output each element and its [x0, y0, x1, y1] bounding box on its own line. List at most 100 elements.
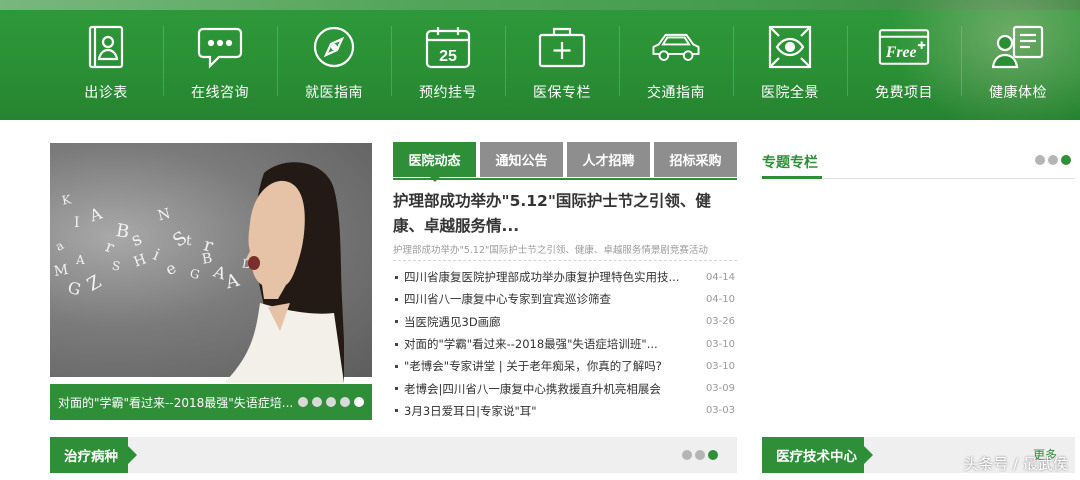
nav-item-label: 医保专栏 — [533, 85, 591, 101]
list-item[interactable]: 老博会|四川省八一康复中心携救援直升机亮相展会 03-09 — [393, 377, 737, 399]
tab-procurement[interactable]: 招标采购 — [654, 142, 737, 177]
bullet-icon — [395, 409, 398, 413]
slide-dot[interactable] — [326, 397, 336, 407]
tab-underline — [393, 178, 737, 180]
nav-item-visit-guide[interactable]: 就医指南 — [277, 0, 391, 120]
news-title: 老博会|四川省八一康复中心携救援直升机亮相展会 — [404, 381, 661, 396]
decorative-letter: N — [156, 205, 173, 225]
chat-bubble-icon — [194, 24, 246, 70]
list-item[interactable]: 四川省八一康复中心专家到宜宾巡诊筛查 04-10 — [393, 288, 737, 310]
news-date: 04-14 — [705, 271, 735, 283]
news-title: 当医院遇见3D画廊 — [404, 314, 501, 329]
news-date: 03-10 — [705, 338, 735, 350]
nav-item-schedule[interactable]: 出诊表 — [49, 0, 163, 120]
calendar-badge: 25 — [439, 48, 457, 65]
decorative-letter: A — [76, 253, 85, 267]
list-item[interactable]: 3月3日爱耳日|专家说"耳" 03-03 — [393, 400, 737, 422]
car-icon — [650, 24, 702, 70]
news-date: 03-09 — [705, 383, 735, 395]
bullet-icon — [395, 387, 398, 391]
free-badge-text: Free — [885, 44, 917, 61]
news-date: 03-10 — [705, 360, 735, 372]
nav-item-health-check[interactable]: 健康体检 — [961, 0, 1075, 120]
carousel-dot[interactable] — [1048, 155, 1058, 165]
news-headline[interactable]: 护理部成功举办"5.12"国际护士节之引领、健康、卓越服务情... — [393, 189, 737, 239]
treatment-section-bar: 治疗病种 — [50, 437, 737, 473]
list-item[interactable]: 当医院遇见3D画廊 03-26 — [393, 311, 737, 333]
top-nav-bar: 出诊表 在线咨询 就医指南 25 预约挂号 医保专栏 交通指南 医院全景 Fre… — [0, 0, 1080, 120]
news-date: 03-03 — [705, 405, 735, 417]
divider — [393, 260, 737, 261]
decorative-letter: G — [65, 277, 84, 300]
slide-dots — [298, 397, 364, 407]
watermark: 头条号 / 最武侯 — [963, 455, 1068, 473]
news-date: 03-26 — [705, 316, 735, 328]
news-title: 四川省康复医院护理部成功举办康复护理特色实用技... — [404, 270, 680, 285]
decorative-letter: H — [131, 251, 149, 271]
nav-item-label: 预约挂号 — [419, 85, 477, 101]
nav-item-label: 健康体检 — [989, 85, 1047, 101]
checkup-person-icon — [992, 24, 1044, 70]
decorative-letter: I — [74, 215, 80, 231]
bullet-icon — [395, 320, 398, 324]
clipboard-person-icon — [80, 24, 132, 70]
list-item[interactable]: 对面的"学霸"看过来--2018最强"失语症培训班"... 03-10 — [393, 333, 737, 355]
news-summary: 护理部成功举办"5.12"国际护士节之引领、健康、卓越服务情景剧竞赛活动 — [393, 245, 708, 256]
carousel-dot[interactable] — [1035, 155, 1045, 165]
treatment-dots — [682, 450, 718, 460]
special-topics-title[interactable]: 专题专栏 — [762, 152, 818, 172]
title-underline — [762, 176, 822, 179]
decorative-letter: e — [162, 257, 180, 280]
slide-dot[interactable] — [312, 397, 322, 407]
calendar-icon: 25 — [422, 24, 474, 70]
decorative-letter: r — [102, 236, 117, 257]
news-title: "老博会"专家讲堂 | 关于老年痴呆，你真的了解吗? — [404, 359, 662, 374]
nav-item-insurance[interactable]: 医保专栏 — [505, 0, 619, 120]
list-item[interactable]: 四川省康复医院护理部成功举办康复护理特色实用技... 04-14 — [393, 266, 737, 288]
news-date: 04-10 — [705, 293, 735, 305]
nav-item-free-services[interactable]: Free 免费项目 — [847, 0, 961, 120]
bullet-icon — [395, 342, 398, 346]
tech-center-title[interactable]: 医疗技术中心 — [762, 437, 873, 473]
decorative-letter: a — [52, 238, 67, 254]
news-title: 3月3日爱耳日|专家说"耳" — [404, 403, 537, 418]
decorative-letter: r — [201, 234, 216, 257]
nav-item-label: 出诊表 — [84, 85, 128, 101]
nav-item-traffic[interactable]: 交通指南 — [619, 0, 733, 120]
nav-item-appointment[interactable]: 25 预约挂号 — [391, 0, 505, 120]
nav-item-label: 免费项目 — [875, 85, 933, 101]
decorative-letter: i — [150, 244, 163, 265]
treatment-section-title[interactable]: 治疗病种 — [50, 437, 137, 473]
tab-announcements[interactable]: 通知公告 — [480, 142, 563, 177]
decorative-letter: Z — [83, 271, 105, 296]
slide-caption-bar[interactable]: 对面的"学霸"看过来--2018最强"失语症培... — [50, 384, 372, 420]
decorative-letter: t — [185, 232, 193, 250]
carousel-dot[interactable] — [695, 450, 705, 460]
slide-dot[interactable] — [340, 397, 350, 407]
nav-item-label: 医院全景 — [761, 85, 819, 101]
nav-item-online-consult[interactable]: 在线咨询 — [163, 0, 277, 120]
compass-icon — [308, 24, 360, 70]
news-title: 对面的"学霸"看过来--2018最强"失语症培训班"... — [404, 337, 658, 352]
tab-hospital-news[interactable]: 医院动态 — [393, 142, 476, 182]
carousel-dot[interactable] — [682, 450, 692, 460]
carousel-dot-active[interactable] — [708, 450, 718, 460]
decorative-letter: s — [127, 228, 146, 251]
news-title: 四川省八一康复中心专家到宜宾巡诊筛查 — [404, 292, 611, 307]
list-item[interactable]: "老博会"专家讲堂 | 关于老年痴呆，你真的了解吗? 03-10 — [393, 355, 737, 377]
nav-item-panorama[interactable]: 医院全景 — [733, 0, 847, 120]
decorative-letter: G — [188, 265, 202, 283]
bullet-icon — [395, 364, 398, 368]
tab-recruitment[interactable]: 人才招聘 — [567, 142, 650, 177]
news-tabs: 医院动态 通知公告 人才招聘 招标采购 — [393, 142, 737, 182]
slide-caption: 对面的"学霸"看过来--2018最强"失语症培... — [58, 395, 294, 410]
slide-image[interactable]: KIABaNrsAMGZSHiSGBAADter — [50, 143, 372, 383]
decorative-letter: M — [52, 261, 70, 281]
special-dots — [1035, 155, 1071, 165]
carousel-dot-active[interactable] — [1061, 155, 1071, 165]
image-slider[interactable]: KIABaNrsAMGZSHiSGBAADter 对面的"学霸"看过来--201… — [50, 143, 372, 420]
slide-dot-active[interactable] — [354, 397, 364, 407]
slide-dot[interactable] — [298, 397, 308, 407]
decorative-letter: S — [110, 258, 122, 274]
panorama-eye-icon — [764, 24, 816, 70]
